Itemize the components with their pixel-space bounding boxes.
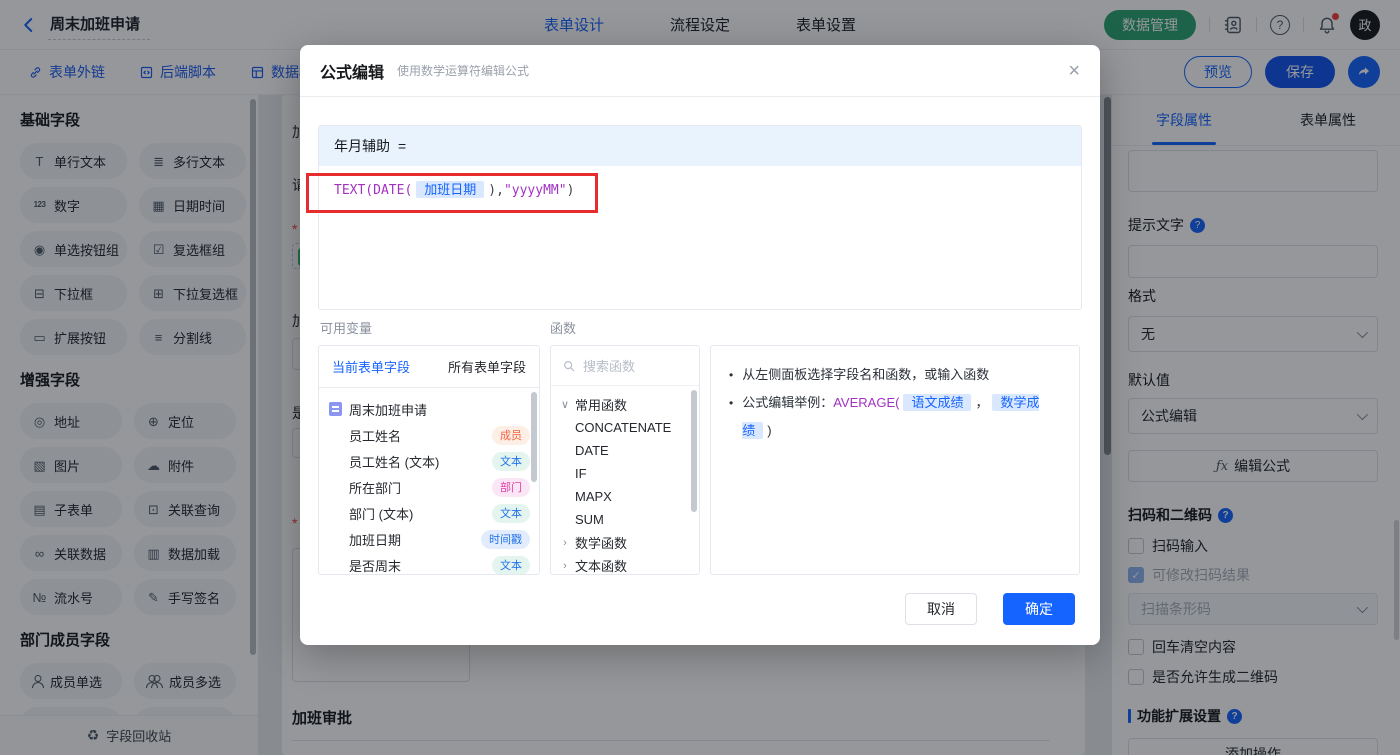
- confirm-button[interactable]: 确定: [1003, 593, 1075, 625]
- hint-line-example: • 公式编辑举例：AVERAGE(语文成绩，数学成绩): [729, 389, 1061, 445]
- hint-line: • 从左侧面板选择字段名和函数，或输入函数: [729, 361, 1061, 389]
- tab-all-form-fields[interactable]: 所有表单字段: [448, 357, 526, 376]
- function-item[interactable]: CONCATENATE: [551, 416, 699, 439]
- comma: ，: [975, 395, 989, 410]
- hint-text: 从左侧面板选择字段名和函数，或输入函数: [742, 367, 990, 382]
- variable-row[interactable]: 员工姓名 (文本) 文本: [329, 448, 530, 474]
- function-group[interactable]: ∨ 常用函数: [551, 393, 699, 416]
- function-group-label: 数学函数: [575, 536, 628, 551]
- function-group-label: 常用函数: [575, 398, 628, 413]
- chevron-right-icon: ›: [563, 559, 567, 572]
- hints-panel: • 从左侧面板选择字段名和函数，或输入函数 • 公式编辑举例：AVERAGE(语…: [710, 345, 1080, 575]
- formula-string: "yyyyMM": [503, 183, 567, 198]
- field-chip[interactable]: 加班日期: [416, 181, 485, 198]
- functions-panel: 搜索函数 ∨ 常用函数 CONCATENATE DATE IF MAPX SUM › 数学函数 ›…: [550, 345, 700, 575]
- functions-label: 函数: [550, 321, 577, 336]
- field-type-badge: 文本: [492, 451, 530, 471]
- search-placeholder: 搜索函数: [583, 359, 636, 374]
- chevron-right-icon: ›: [563, 536, 567, 549]
- field-type-badge: 成员: [492, 425, 530, 445]
- function-search[interactable]: 搜索函数: [551, 346, 699, 386]
- bullet-icon: •: [729, 368, 734, 382]
- variable-row[interactable]: 部门 (文本) 文本: [329, 500, 530, 526]
- variable-name: 员工姓名 (文本): [349, 454, 440, 470]
- formula-target-row: 年月辅助 =: [319, 126, 1081, 166]
- variables-panel: 当前表单字段 所有表单字段 周末加班申请 员工姓名 成员 员工姓名 (文本) 文本 所在…: [318, 345, 540, 575]
- variable-row[interactable]: 员工姓名 成员: [329, 422, 530, 448]
- function-item[interactable]: DATE: [551, 439, 699, 462]
- form-root-item[interactable]: 周末加班申请: [329, 396, 530, 422]
- variable-name: 加班日期: [349, 532, 402, 548]
- variable-name: 部门 (文本): [349, 506, 414, 522]
- hint-example: 公式编辑举例：AVERAGE(语文成绩，数学成绩): [742, 389, 1061, 445]
- formula-target-field: 年月辅助: [334, 138, 390, 154]
- hint-text: 公式编辑举例：: [742, 395, 834, 410]
- formula-paren: ),: [488, 183, 504, 198]
- function-item[interactable]: SUM: [551, 508, 699, 531]
- field-type-badge: 文本: [492, 555, 530, 574]
- variable-row[interactable]: 是否周末 文本: [329, 552, 530, 574]
- bullet-icon: •: [729, 396, 734, 410]
- formula-function: DATE(: [373, 183, 413, 198]
- field-type-badge: 部门: [492, 477, 530, 497]
- functions-list: ∨ 常用函数 CONCATENATE DATE IF MAPX SUM › 数学函数 › 文本函数: [551, 386, 699, 574]
- variable-name: 所在部门: [349, 480, 402, 496]
- formula-paren: ): [767, 423, 772, 438]
- formula-function: TEXT(: [334, 183, 374, 198]
- variables-list: 周末加班申请 员工姓名 成员 员工姓名 (文本) 文本 所在部门 部门 部门 (文本) 文本加…: [319, 388, 539, 574]
- function-item[interactable]: IF: [551, 462, 699, 485]
- tab-current-form-fields[interactable]: 当前表单字段: [332, 357, 410, 376]
- variables-scrollbar[interactable]: [531, 392, 537, 482]
- cancel-button[interactable]: 取消: [905, 593, 977, 625]
- function-item[interactable]: MAPX: [551, 485, 699, 508]
- variables-label: 可用变量: [320, 321, 373, 336]
- function-group-label: 文本函数: [575, 559, 628, 574]
- field-type-badge: 时间戳: [481, 529, 530, 549]
- formula-edit-modal: 公式编辑 使用数学运算符编辑公式 × 年月辅助 = TEXT(DATE(加班日期…: [300, 45, 1100, 645]
- formula-editor: 年月辅助 = TEXT(DATE(加班日期),"yyyyMM"): [306, 125, 1082, 310]
- equals-sign: =: [398, 138, 407, 154]
- field-chip: 语文成绩: [903, 394, 972, 411]
- modal-title: 公式编辑: [320, 64, 385, 82]
- function-group[interactable]: › 数学函数: [551, 531, 699, 554]
- variable-row[interactable]: 所在部门 部门: [329, 474, 530, 500]
- search-icon: [562, 359, 576, 373]
- functions-scrollbar[interactable]: [691, 390, 697, 512]
- field-type-badge: 文本: [492, 503, 530, 523]
- form-root-label: 周末加班申请: [349, 402, 428, 418]
- modal-header: 公式编辑 使用数学运算符编辑公式 ×: [300, 45, 1100, 97]
- close-button[interactable]: ×: [1068, 61, 1080, 81]
- formula-function: AVERAGE(: [833, 395, 900, 410]
- variable-row[interactable]: 加班日期 时间戳: [329, 526, 530, 552]
- chevron-down-icon: ∨: [560, 399, 570, 411]
- variables-tabs: 当前表单字段 所有表单字段: [319, 346, 539, 388]
- function-group[interactable]: › 文本函数: [551, 554, 699, 574]
- formula-paren: ): [566, 183, 575, 198]
- modal-subtitle: 使用数学运算符编辑公式: [397, 64, 530, 78]
- app-window: 周末加班申请 表单设计 流程设定 表单设置 数据管理 ? 政 表单外链 后端脚本…: [0, 0, 1400, 755]
- variable-name: 员工姓名: [349, 428, 402, 444]
- variable-name: 是否周末: [349, 558, 402, 574]
- formula-input-area[interactable]: TEXT(DATE(加班日期),"yyyyMM"): [319, 166, 1081, 211]
- form-doc-icon: [329, 402, 342, 416]
